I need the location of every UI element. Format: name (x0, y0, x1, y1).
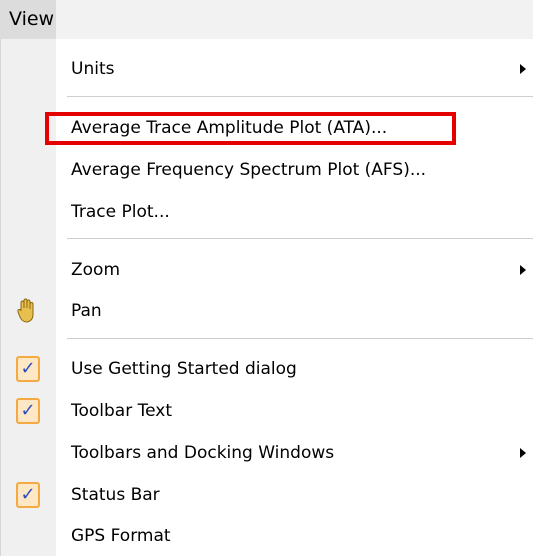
menu-item-label: Trace Plot... (71, 202, 170, 222)
checkmark-icon: ✓ (16, 356, 40, 382)
view-dropdown-menu: Units Average Trace Amplitude Plot (ATA)… (0, 39, 533, 556)
menu-item-pan[interactable]: Pan (1, 291, 533, 332)
highlight-box (45, 112, 456, 145)
menu-separator (67, 338, 533, 340)
menu-item-toolbars-and-docking-windows[interactable]: Toolbars and Docking Windows (1, 433, 533, 474)
menu-separator (67, 96, 533, 98)
menu-item-zoom[interactable]: Zoom (1, 250, 533, 291)
chevron-right-icon (520, 265, 526, 275)
menu-item-label: Toolbars and Docking Windows (71, 443, 335, 463)
menu-item-label: GPS Format (71, 526, 171, 546)
menu-item-label: Zoom (71, 260, 121, 280)
menu-item-average-frequency-spectrum-plot[interactable]: Average Frequency Spectrum Plot (AFS)... (1, 150, 533, 191)
checkmark-icon: ✓ (16, 398, 40, 424)
checkmark-icon: ✓ (16, 482, 40, 508)
menu-item-label: Units (71, 59, 115, 79)
menu-item-toolbar-text[interactable]: ✓ Toolbar Text (1, 391, 533, 432)
chevron-right-icon (520, 448, 526, 458)
menu-item-units[interactable]: Units (1, 49, 533, 90)
menu-item-label: Toolbar Text (71, 401, 173, 421)
menu-item-status-bar[interactable]: ✓ Status Bar (1, 475, 533, 516)
menu-bar: View (0, 0, 533, 39)
menu-item-use-getting-started-dialog[interactable]: ✓ Use Getting Started dialog (1, 349, 533, 390)
view-menu[interactable]: View (0, 0, 56, 39)
menu-item-label: Use Getting Started dialog (71, 359, 297, 379)
menu-item-trace-plot[interactable]: Trace Plot... (1, 192, 533, 233)
menu-separator (67, 238, 533, 240)
menu-item-label: Pan (71, 301, 102, 321)
hand-icon (17, 298, 34, 323)
menu-item-label: Status Bar (71, 485, 160, 505)
menu-item-gps-format[interactable]: GPS Format (1, 516, 533, 557)
menu-item-label: Average Frequency Spectrum Plot (AFS)... (71, 160, 427, 180)
chevron-right-icon (520, 64, 526, 74)
